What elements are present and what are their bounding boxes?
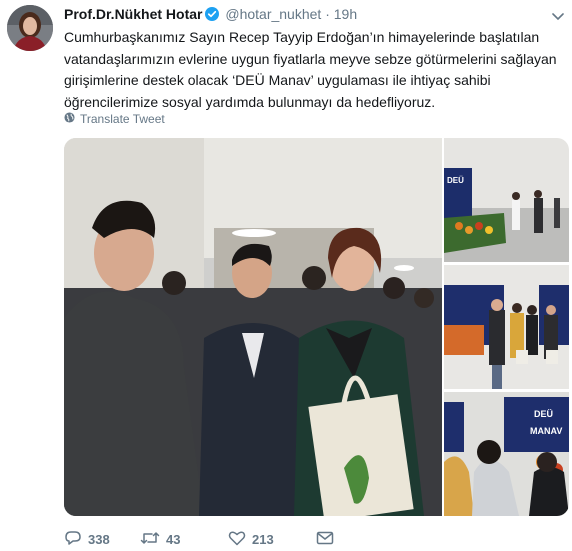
media-photo-main[interactable] bbox=[64, 138, 442, 516]
like-count: 213 bbox=[252, 532, 274, 547]
media-photo-visit[interactable]: DEÜ MANAV bbox=[444, 392, 569, 516]
avatar[interactable] bbox=[7, 5, 53, 51]
translate-tweet-label: Translate Tweet bbox=[80, 112, 165, 126]
reply-button[interactable]: 338 bbox=[64, 530, 140, 549]
banner-text-3: DEÜ bbox=[534, 409, 553, 419]
retweet-count: 43 bbox=[166, 532, 181, 547]
direct-message-button[interactable] bbox=[316, 531, 334, 548]
media-photo-group[interactable] bbox=[444, 265, 569, 389]
tweet-time[interactable]: 19h bbox=[334, 6, 357, 22]
translate-tweet-link[interactable]: Translate Tweet bbox=[64, 112, 165, 126]
author-handle[interactable]: @hotar_nukhet bbox=[225, 6, 321, 22]
like-icon bbox=[228, 530, 246, 549]
tweet-header: Prof.Dr.Nükhet Hotar @hotar_nukhet · 19h bbox=[64, 5, 357, 25]
tweet-actions: 338 43 213 bbox=[64, 530, 334, 549]
separator-dot: · bbox=[325, 6, 330, 22]
avatar-image bbox=[7, 5, 53, 51]
tweet-media: DEÜ DEÜ MANAV bbox=[64, 138, 569, 516]
retweet-button[interactable]: 43 bbox=[140, 531, 228, 548]
banner-text-1: DEÜ bbox=[447, 176, 464, 185]
tweet: Prof.Dr.Nükhet Hotar @hotar_nukhet · 19h… bbox=[0, 0, 572, 551]
reply-count: 338 bbox=[88, 532, 110, 547]
media-photo-stall[interactable]: DEÜ bbox=[444, 138, 569, 262]
tweet-text: Cumhurbaşkanımız Sayın Recep Tayyip Erdo… bbox=[64, 29, 557, 110]
like-button[interactable]: 213 bbox=[228, 530, 316, 549]
verified-icon bbox=[205, 7, 220, 25]
globe-icon bbox=[64, 112, 75, 126]
message-icon bbox=[316, 531, 334, 548]
retweet-icon bbox=[140, 531, 160, 548]
banner-text-4: MANAV bbox=[530, 426, 562, 436]
author-name[interactable]: Prof.Dr.Nükhet Hotar bbox=[64, 6, 202, 22]
reply-icon bbox=[64, 530, 82, 549]
caret-down-icon[interactable] bbox=[552, 8, 564, 26]
